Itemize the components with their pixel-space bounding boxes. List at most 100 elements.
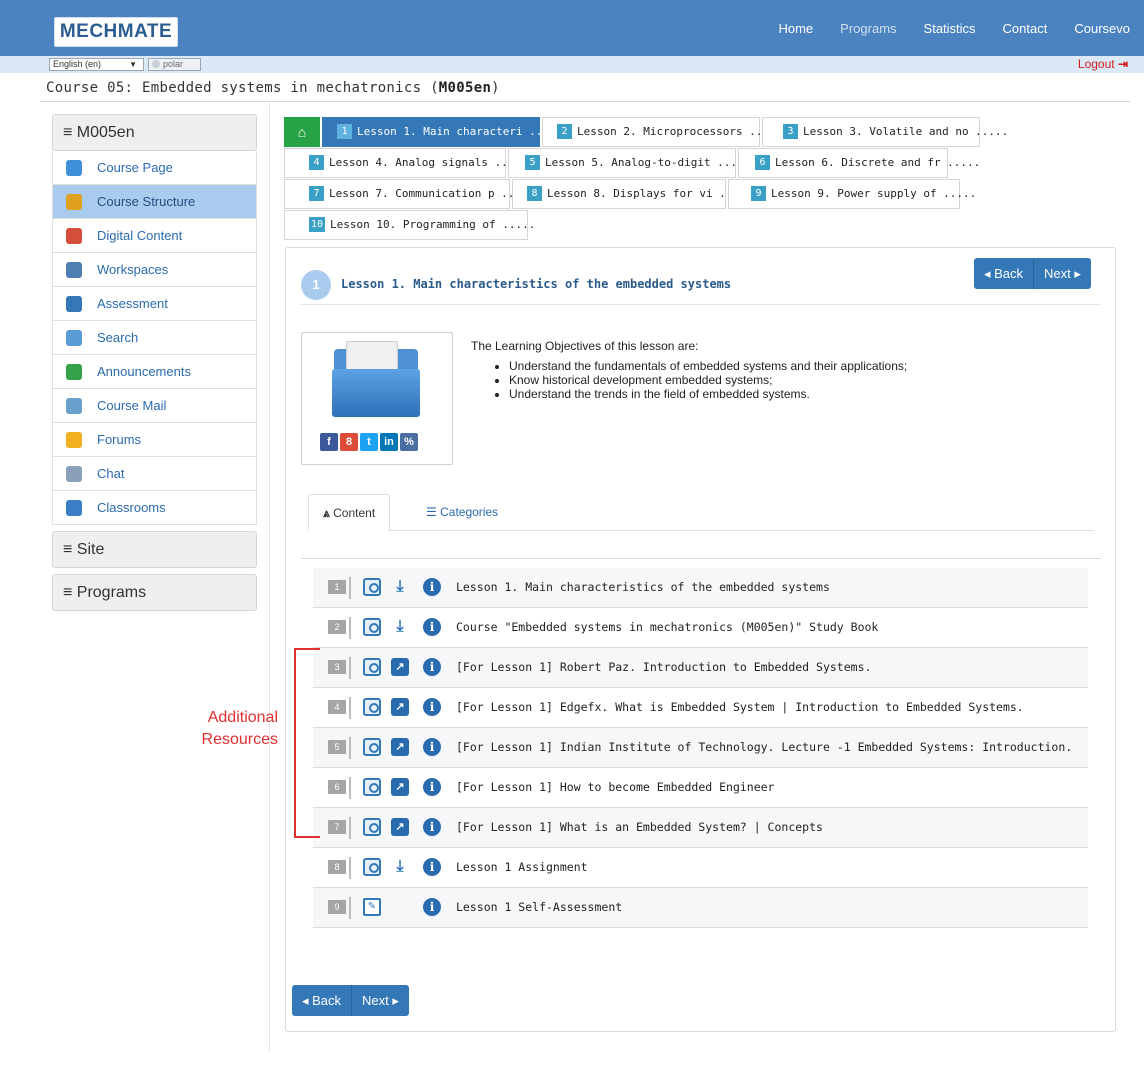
announcements-icon xyxy=(66,364,82,380)
language-select[interactable]: English (en) ▼ xyxy=(49,58,144,71)
external-link-icon[interactable]: ↗ xyxy=(391,738,409,756)
info-icon[interactable]: i xyxy=(423,898,441,916)
info-icon[interactable]: i xyxy=(423,658,441,676)
back-button[interactable]: ◂ Back xyxy=(974,258,1035,289)
preview-icon[interactable] xyxy=(363,658,381,676)
preview-icon[interactable] xyxy=(363,818,381,836)
info-icon[interactable]: i xyxy=(423,578,441,596)
linkedin-icon[interactable]: in xyxy=(380,433,398,451)
resource-title[interactable]: [For Lesson 1] How to become Embedded En… xyxy=(456,780,775,794)
sidebar-programs-header[interactable]: ≡ Programs xyxy=(52,574,257,611)
sidebar-item-forums[interactable]: Forums xyxy=(52,423,257,457)
next-button[interactable]: Next ▸ xyxy=(352,985,409,1016)
sidebar-item-announcements[interactable]: Announcements xyxy=(52,355,257,389)
sidebar-item-course-page[interactable]: Course Page xyxy=(52,151,257,185)
nav-statistics[interactable]: Statistics xyxy=(924,21,976,36)
download-icon[interactable]: ⤓ xyxy=(391,578,409,596)
resource-title[interactable]: [For Lesson 1] Indian Institute of Techn… xyxy=(456,740,1072,754)
preview-icon[interactable] xyxy=(363,698,381,716)
sidebar-item-label: Classrooms xyxy=(97,500,166,515)
nav-programs[interactable]: Programs xyxy=(840,21,896,36)
lesson-tab-10[interactable]: 10 Lesson 10. Programming of ..... xyxy=(284,210,535,240)
sidebar-item-label: Course Page xyxy=(97,160,173,175)
nav-home[interactable]: Home xyxy=(778,21,813,36)
sidebar-site-header[interactable]: ≡ Site xyxy=(52,531,257,568)
theme-select[interactable]: polar xyxy=(148,58,201,71)
info-icon[interactable]: i xyxy=(423,698,441,716)
external-link-icon[interactable]: ↗ xyxy=(391,698,409,716)
resource-title[interactable]: Lesson 1 Assignment xyxy=(456,860,588,874)
lesson-tab-3[interactable]: 3 Lesson 3. Volatile and no ..... xyxy=(762,117,1008,147)
resource-title[interactable]: [For Lesson 1] Robert Paz. Introduction … xyxy=(456,660,871,674)
download-icon[interactable]: ⤓ xyxy=(391,858,409,876)
annotation-bracket xyxy=(294,648,320,838)
sidebar-item-classrooms[interactable]: Classrooms xyxy=(52,491,257,525)
lesson-tab-8[interactable]: 8 Lesson 8. Displays for vi ..... xyxy=(512,179,752,209)
link-icon[interactable]: % xyxy=(400,433,418,451)
top-pager: ◂ Back Next ▸ xyxy=(974,258,1091,289)
sidebar-item-chat[interactable]: Chat xyxy=(52,457,257,491)
preview-icon[interactable] xyxy=(363,618,381,636)
lesson-tab-1[interactable]: 1 Lesson 1. Main characteri ..... xyxy=(322,117,562,147)
info-icon[interactable]: i xyxy=(423,738,441,756)
lesson-thumbnail: f 8 t in % xyxy=(301,332,453,465)
resource-title[interactable]: Lesson 1 Self-Assessment xyxy=(456,900,622,914)
lesson-tab-number: 2 xyxy=(557,124,572,139)
sidebar-item-course-mail[interactable]: Course Mail xyxy=(52,389,257,423)
home-icon[interactable]: ⌂ xyxy=(284,117,320,147)
lesson-tab-label: Lesson 2. Microprocessors ..... xyxy=(577,125,783,138)
resource-number: 6 xyxy=(328,780,346,794)
preview-icon[interactable] xyxy=(363,578,381,596)
sidebar-item-assessment[interactable]: Assessment xyxy=(52,287,257,321)
lesson-tab-4[interactable]: 4 Lesson 4. Analog signals ..... xyxy=(284,148,528,178)
lesson-tab-label: Lesson 6. Discrete and fr ..... xyxy=(775,156,981,169)
info-icon[interactable]: i xyxy=(423,858,441,876)
external-link-icon[interactable]: ↗ xyxy=(391,818,409,836)
preview-icon[interactable] xyxy=(363,738,381,756)
lesson-tab-6[interactable]: 6 Lesson 6. Discrete and fr ..... xyxy=(738,148,980,178)
resource-title[interactable]: Lesson 1. Main characteristics of the em… xyxy=(456,580,830,594)
download-icon[interactable]: ⤓ xyxy=(391,618,409,636)
resource-title[interactable]: [For Lesson 1] Edgefx. What is Embedded … xyxy=(456,700,1024,714)
preview-icon[interactable] xyxy=(363,778,381,796)
back-button[interactable]: ◂ Back xyxy=(292,985,353,1016)
info-icon[interactable]: i xyxy=(423,818,441,836)
resource-separator xyxy=(349,817,351,839)
lesson-tab-number: 10 xyxy=(309,217,326,232)
external-link-icon[interactable]: ↗ xyxy=(391,658,409,676)
self-assessment-icon[interactable]: ✎ xyxy=(363,898,381,916)
road-icon: ⩓ xyxy=(323,506,330,520)
sidebar-item-workspaces[interactable]: Workspaces xyxy=(52,253,257,287)
sidebar-item-label: Forums xyxy=(97,432,142,447)
chat-icon xyxy=(66,466,82,482)
share-buttons: f 8 t in % xyxy=(320,433,418,451)
next-button[interactable]: Next ▸ xyxy=(1034,258,1091,289)
tab-content[interactable]: ⩓ Content xyxy=(308,494,391,531)
twitter-icon[interactable]: t xyxy=(360,433,378,451)
google-plus-icon[interactable]: 8 xyxy=(340,433,358,451)
resource-title[interactable]: Course "Embedded systems in mechatronics… xyxy=(456,620,878,634)
logout-link[interactable]: Logout ⇥ xyxy=(1078,57,1128,71)
lesson-tab-number: 6 xyxy=(755,155,770,170)
mechmate-logo[interactable]: MECHMATE xyxy=(54,17,178,47)
lesson-panel: 1 Lesson 1. Main characteristics of the … xyxy=(285,247,1116,1032)
lesson-tab-7[interactable]: 7 Lesson 7. Communication p ..... xyxy=(284,179,534,209)
resource-separator xyxy=(349,577,351,599)
sidebar-item-course-structure[interactable]: Course Structure xyxy=(52,185,257,219)
objective-item: Know historical development embedded sys… xyxy=(509,373,907,387)
info-icon[interactable]: i xyxy=(423,618,441,636)
lesson-tab-2[interactable]: 2 Lesson 2. Microprocessors ..... xyxy=(542,117,782,147)
facebook-icon[interactable]: f xyxy=(320,433,338,451)
resource-title[interactable]: [For Lesson 1] What is an Embedded Syste… xyxy=(456,820,823,834)
external-link-icon[interactable]: ↗ xyxy=(391,778,409,796)
lesson-tab-5[interactable]: 5 Lesson 5. Analog-to-digit ..... xyxy=(508,148,750,178)
preview-icon[interactable] xyxy=(363,858,381,876)
nav-contact[interactable]: Contact xyxy=(1003,21,1048,36)
nav-coursevo[interactable]: Coursevo xyxy=(1074,21,1130,36)
sidebar-item-search[interactable]: Search xyxy=(52,321,257,355)
tab-categories[interactable]: ☰ Categories xyxy=(412,494,512,531)
lesson-tab-9[interactable]: 9 Lesson 9. Power supply of ..... xyxy=(728,179,976,209)
info-icon[interactable]: i xyxy=(423,778,441,796)
sidebar-item-digital-content[interactable]: Digital Content xyxy=(52,219,257,253)
sidebar-course-header[interactable]: ≡ M005en xyxy=(52,114,257,151)
